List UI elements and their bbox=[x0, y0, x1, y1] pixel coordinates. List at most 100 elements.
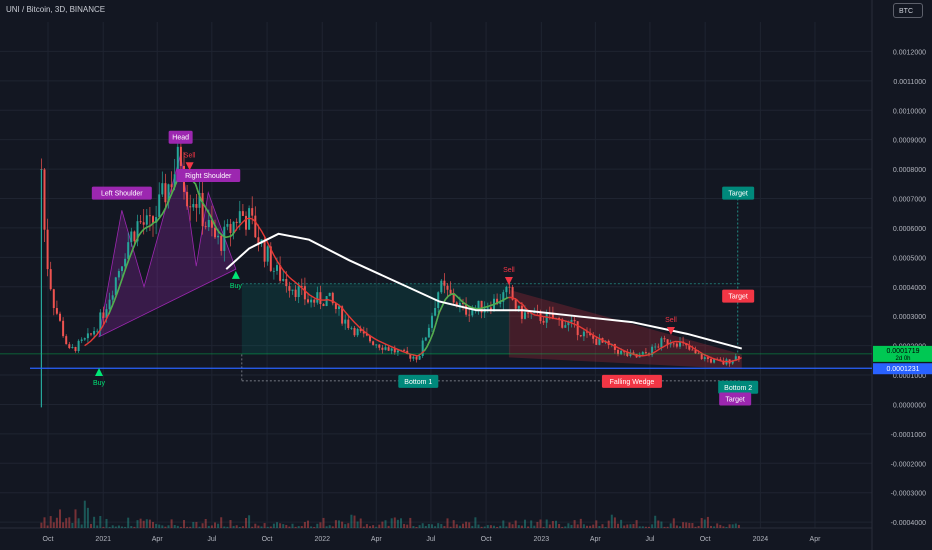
volume-bar bbox=[139, 518, 142, 528]
volume-bar bbox=[660, 521, 663, 528]
candle-body bbox=[102, 312, 105, 318]
volume-bar bbox=[347, 523, 350, 528]
volume-bar bbox=[626, 524, 629, 528]
volume-bar bbox=[223, 526, 226, 528]
volume-bar bbox=[725, 526, 728, 528]
candle-body bbox=[158, 194, 161, 218]
volume-bar bbox=[183, 520, 186, 528]
y-tick-label: 0.0011000 bbox=[893, 79, 926, 86]
candle-body bbox=[207, 219, 210, 228]
annotation-label: Bottom 2 bbox=[724, 385, 752, 392]
candle-body bbox=[427, 327, 430, 338]
volume-bar bbox=[582, 524, 585, 528]
candle-body bbox=[139, 221, 142, 223]
y-tick-label: 0.0006000 bbox=[893, 226, 926, 233]
volume-bar bbox=[297, 526, 300, 528]
candle-body bbox=[59, 313, 62, 321]
volume-bar bbox=[303, 521, 306, 528]
volume-bar bbox=[294, 526, 297, 528]
volume-bar bbox=[663, 526, 666, 528]
y-tick-label: 0.0005000 bbox=[893, 255, 926, 262]
volume-bar bbox=[207, 525, 210, 528]
y-tick-label: 0.0000000 bbox=[893, 402, 926, 409]
candle-body bbox=[434, 307, 437, 316]
volume-bar bbox=[155, 523, 158, 528]
volume-bar bbox=[508, 522, 511, 528]
volume-bar bbox=[496, 526, 499, 528]
volume-bar bbox=[387, 525, 390, 528]
annotation-label: Target bbox=[728, 294, 748, 301]
volume-bar bbox=[517, 525, 520, 528]
volume-bar bbox=[372, 525, 375, 528]
volume-bar bbox=[474, 517, 477, 528]
volume-bar bbox=[124, 526, 127, 528]
volume-bar bbox=[691, 523, 694, 528]
volume-bar bbox=[328, 525, 331, 528]
volume-bar bbox=[483, 526, 486, 528]
candle-body bbox=[251, 208, 254, 216]
volume-bar bbox=[210, 525, 213, 528]
annotation-label: Right Shoulder bbox=[185, 173, 232, 180]
volume-bar bbox=[682, 522, 685, 528]
volume-bar bbox=[52, 522, 55, 528]
volume-bar bbox=[514, 520, 517, 528]
volume-bar bbox=[65, 518, 68, 528]
resistance-zone bbox=[241, 283, 511, 355]
volume-bar bbox=[173, 524, 176, 528]
volume-bar bbox=[136, 520, 139, 528]
volume-bar bbox=[192, 521, 195, 528]
volume-bar bbox=[458, 525, 461, 528]
volume-bar bbox=[378, 524, 381, 528]
candle-body bbox=[440, 280, 443, 293]
currency-badge[interactable]: BTC bbox=[893, 3, 923, 18]
x-tick-label: Oct bbox=[43, 536, 54, 543]
candle-body bbox=[74, 346, 77, 351]
volume-bar bbox=[46, 525, 49, 528]
volume-bar bbox=[272, 523, 275, 528]
volume-bar bbox=[623, 525, 626, 528]
volume-bar bbox=[338, 520, 341, 528]
volume-bar bbox=[635, 520, 638, 528]
x-tick-label: Oct bbox=[481, 536, 492, 543]
volume-bar bbox=[719, 524, 722, 528]
y-tick-label: -0.0002000 bbox=[891, 461, 927, 468]
volume-bar bbox=[86, 507, 89, 528]
annotation-label: Head bbox=[172, 135, 189, 142]
price-chart[interactable]: 0.0012000 0.0011000 0.0010000 0.0009000 0.00… bbox=[0, 0, 932, 550]
candle-body bbox=[524, 312, 527, 319]
x-tick-label: Jul bbox=[207, 536, 216, 543]
volume-bar bbox=[641, 526, 644, 528]
y-tick-label: 0.0007000 bbox=[893, 197, 926, 204]
volume-bar bbox=[331, 526, 334, 528]
volume-bar bbox=[235, 525, 238, 528]
volume-bar bbox=[431, 524, 434, 528]
volume-bar bbox=[455, 524, 458, 528]
candle-body bbox=[204, 226, 207, 228]
volume-bar bbox=[452, 520, 455, 528]
volume-bar bbox=[167, 525, 170, 528]
candle-body bbox=[675, 343, 678, 347]
volume-bar bbox=[80, 524, 83, 528]
candle-body bbox=[121, 266, 124, 272]
volume-bar bbox=[713, 526, 716, 528]
volume-bar bbox=[245, 517, 248, 528]
annotation-label: Target bbox=[725, 397, 745, 404]
volume-bar bbox=[617, 523, 620, 528]
candle-body bbox=[117, 271, 120, 278]
candle-body bbox=[387, 347, 390, 351]
candle-body bbox=[111, 295, 114, 300]
candle-body bbox=[514, 299, 517, 309]
volume-bar bbox=[666, 526, 669, 528]
candle-body bbox=[672, 343, 675, 345]
volume-bar bbox=[462, 523, 465, 528]
volume-bar bbox=[499, 525, 502, 528]
candle-body bbox=[384, 347, 387, 350]
candle-body bbox=[254, 215, 257, 238]
volume-bar bbox=[694, 526, 697, 528]
volume-bar bbox=[254, 523, 257, 528]
candle-body bbox=[148, 215, 151, 217]
volume-bar bbox=[238, 526, 241, 528]
candle-body bbox=[77, 340, 80, 351]
volume-bar bbox=[604, 526, 607, 528]
candle-body bbox=[170, 184, 173, 188]
